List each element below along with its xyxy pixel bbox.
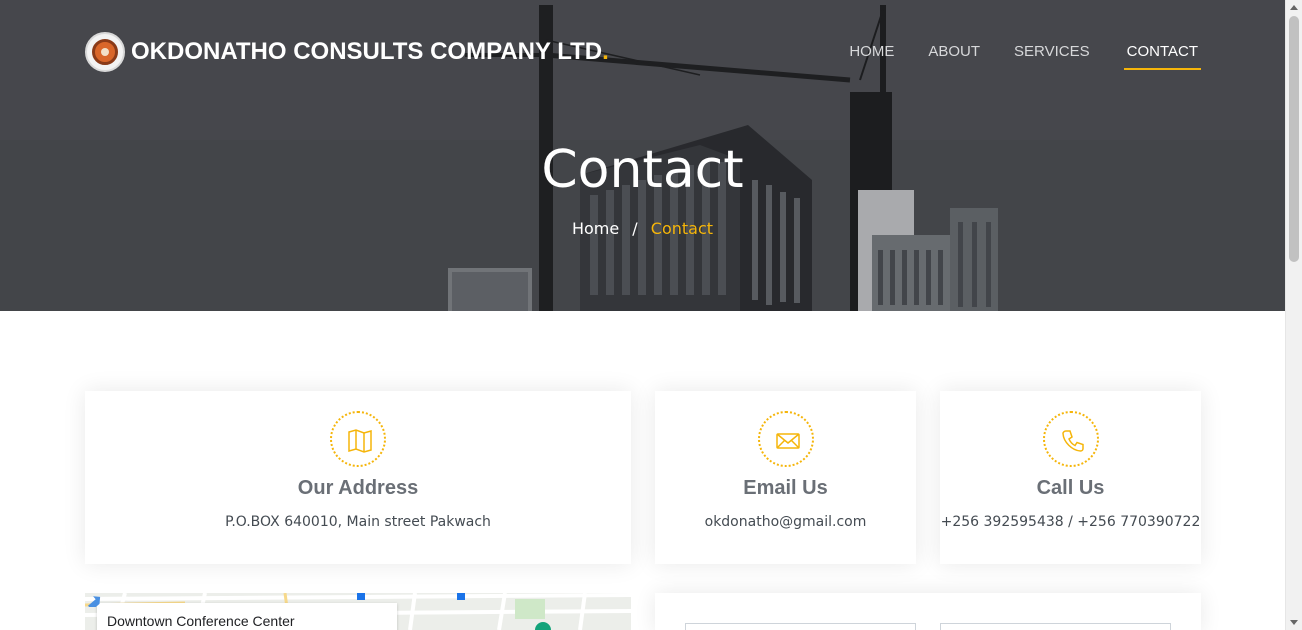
brand-logo-link[interactable]: OKDONATHO CONSULTS COMPANY LTD . — [85, 32, 609, 72]
directions-icon[interactable] — [85, 593, 103, 607]
address-text: P.O.BOX 640010, Main street Pakwach — [225, 514, 491, 530]
address-card: Our Address P.O.BOX 640010, Main street … — [85, 391, 631, 564]
nav-home[interactable]: HOME — [849, 43, 894, 70]
nav-about[interactable]: ABOUT — [928, 43, 980, 70]
envelope-icon — [757, 411, 814, 467]
nav-services[interactable]: SERVICES — [1014, 43, 1090, 70]
embedded-map[interactable]: Downtown Conference Center — [85, 593, 631, 630]
phone-icon — [1042, 411, 1099, 467]
page-title: Contact — [541, 140, 744, 200]
map-place-label: Downtown Conference Center — [97, 603, 397, 630]
email-input[interactable] — [940, 623, 1171, 630]
main-nav: HOME ABOUT SERVICES CONTACT — [815, 43, 1201, 70]
map-icon — [330, 411, 386, 467]
email-card: Email Us okdonatho@gmail.com — [655, 391, 916, 564]
call-card: Call Us +256 392595438 / +256 770390722 — [940, 391, 1201, 564]
hero-banner: OKDONATHO CONSULTS COMPANY LTD . HOME AB… — [0, 0, 1285, 311]
email-title: Email Us — [743, 477, 828, 499]
call-title: Call Us — [1036, 477, 1105, 499]
nav-contact[interactable]: CONTACT — [1123, 43, 1201, 70]
call-text[interactable]: +256 392595438 / +256 770390722 — [940, 514, 1201, 530]
breadcrumb-home-link[interactable]: Home — [572, 219, 619, 238]
name-input[interactable] — [685, 623, 916, 630]
company-logo-icon — [85, 32, 125, 72]
email-text[interactable]: okdonatho@gmail.com — [655, 514, 916, 530]
scroll-down-arrow-icon[interactable] — [1290, 620, 1298, 625]
address-title: Our Address — [297, 477, 419, 499]
brand-name: OKDONATHO CONSULTS COMPANY LTD — [131, 38, 603, 65]
breadcrumb-separator: / — [632, 219, 638, 238]
page-scrollbar[interactable] — [1285, 0, 1302, 630]
breadcrumb: Home / Contact — [0, 219, 1285, 238]
scroll-thumb[interactable] — [1289, 16, 1299, 262]
brand-dot: . — [602, 38, 609, 65]
contact-form-card — [655, 593, 1201, 630]
breadcrumb-current: Contact — [650, 219, 714, 238]
scroll-up-arrow-icon[interactable] — [1290, 5, 1298, 10]
